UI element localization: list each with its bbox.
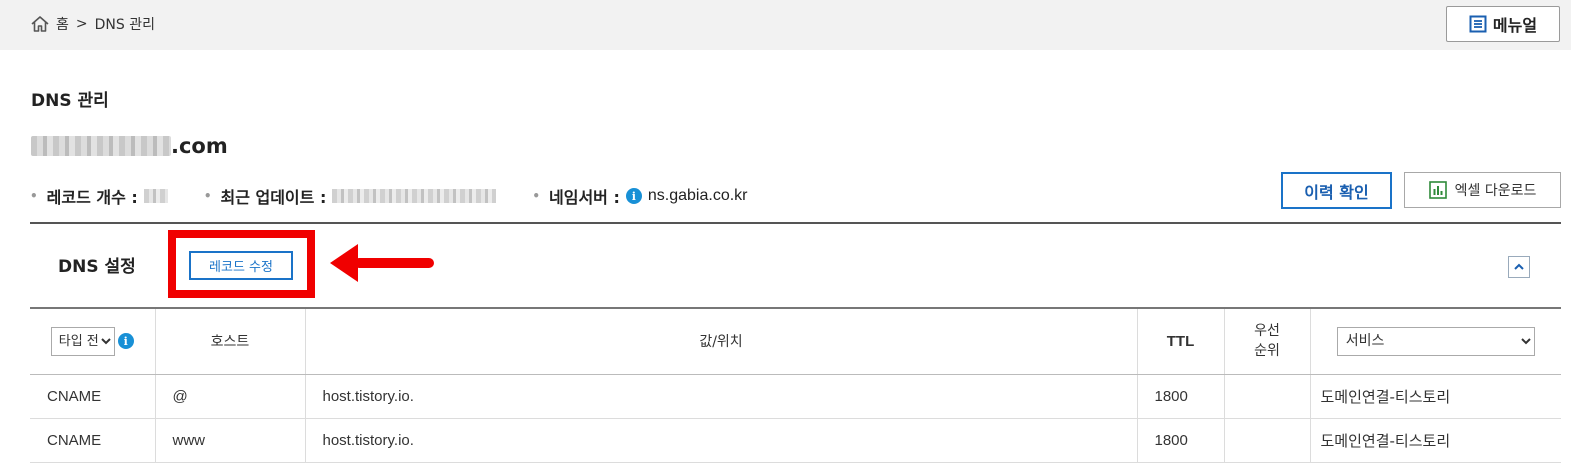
chevron-up-icon	[1514, 263, 1524, 270]
table-header-row: 타입 전체 i 호스트 값/위치 TTL 우선 순위 서비스	[30, 309, 1561, 375]
record-value: host.tistory.io.	[304, 418, 1137, 463]
section-title: DNS 설정	[58, 257, 136, 277]
breadcrumb: 홈 > DNS 관리	[30, 14, 155, 34]
record-service: 도메인연결-티스토리	[1309, 418, 1561, 463]
breadcrumb-separator: >	[75, 16, 88, 32]
last-update: • 최근 업데이트 :	[204, 184, 497, 208]
record-priority	[1223, 374, 1310, 419]
bullet: •	[30, 189, 38, 203]
record-edit-button[interactable]: 레코드 수정	[189, 251, 293, 280]
excel-download-button[interactable]: 엑셀 다운로드	[1404, 172, 1561, 208]
nameserver-label: 네임서버 :	[549, 188, 620, 207]
dns-record-table: 타입 전체 i 호스트 값/위치 TTL 우선 순위 서비스 CNAME @ h…	[30, 309, 1561, 463]
page-title: DNS 관리	[31, 91, 109, 111]
bullet: •	[203, 189, 212, 203]
domain-name: .com	[31, 134, 228, 158]
info-icon[interactable]: i	[625, 188, 642, 204]
section-divider	[30, 222, 1561, 224]
blurred-record-count	[143, 189, 168, 203]
record-ttl: 1800	[1136, 418, 1224, 463]
breadcrumb-current: DNS 관리	[94, 17, 155, 33]
breadcrumb-home[interactable]: 홈	[56, 14, 69, 34]
manual-button[interactable]: 메뉴얼	[1446, 6, 1560, 42]
value-header: 값/위치	[304, 309, 1137, 375]
nameserver-value: ns.gabia.co.kr	[647, 187, 748, 204]
history-button[interactable]: 이력 확인	[1281, 172, 1392, 209]
last-update-label: 최근 업데이트 :	[220, 188, 327, 207]
excel-download-label: 엑셀 다운로드	[1454, 183, 1537, 199]
domain-suffix: .com	[171, 134, 228, 158]
excel-chart-icon	[1428, 181, 1447, 199]
priority-header-line1: 우선	[1254, 323, 1280, 340]
bullet: •	[532, 189, 541, 203]
record-value: host.tistory.io.	[304, 374, 1137, 419]
host-header: 호스트	[154, 309, 305, 375]
collapse-button[interactable]	[1508, 256, 1530, 278]
home-icon[interactable]	[30, 14, 50, 34]
record-service: 도메인연결-티스토리	[1309, 374, 1561, 419]
priority-header-line2: 순위	[1254, 343, 1280, 360]
nameserver: • 네임서버 : i ns.gabia.co.kr	[532, 184, 747, 208]
record-count-label: 레코드 개수 :	[46, 188, 138, 207]
ttl-header: TTL	[1136, 309, 1224, 375]
priority-header: 우선 순위	[1223, 309, 1310, 375]
record-priority	[1223, 418, 1310, 463]
record-type: CNAME	[30, 374, 155, 419]
top-bar: 홈 > DNS 관리 메뉴얼	[0, 0, 1571, 50]
record-ttl: 1800	[1136, 374, 1224, 419]
record-type: CNAME	[30, 418, 155, 463]
service-header: 서비스	[1309, 309, 1561, 375]
type-header: 타입 전체 i	[30, 309, 155, 375]
service-select[interactable]: 서비스	[1336, 326, 1535, 356]
blurred-last-update	[332, 189, 497, 203]
blurred-domain	[31, 136, 171, 156]
info-icon[interactable]: i	[117, 333, 134, 350]
record-host: www	[154, 418, 305, 463]
table-row[interactable]: CNAME @ host.tistory.io. 1800 도메인연결-티스토리	[30, 374, 1561, 419]
record-host: @	[154, 374, 305, 419]
table-row[interactable]: CNAME www host.tistory.io. 1800 도메인연결-티스…	[30, 418, 1561, 463]
type-select[interactable]: 타입 전체	[50, 326, 115, 356]
record-count: • 레코드 개수 :	[30, 184, 168, 208]
domain-info-row: • 레코드 개수 : • 최근 업데이트 : • 네임서버 : i ns.gab…	[30, 184, 783, 208]
manual-button-label: 메뉴얼	[1492, 16, 1538, 35]
red-arrow-icon	[330, 244, 434, 282]
document-icon	[1469, 15, 1487, 33]
